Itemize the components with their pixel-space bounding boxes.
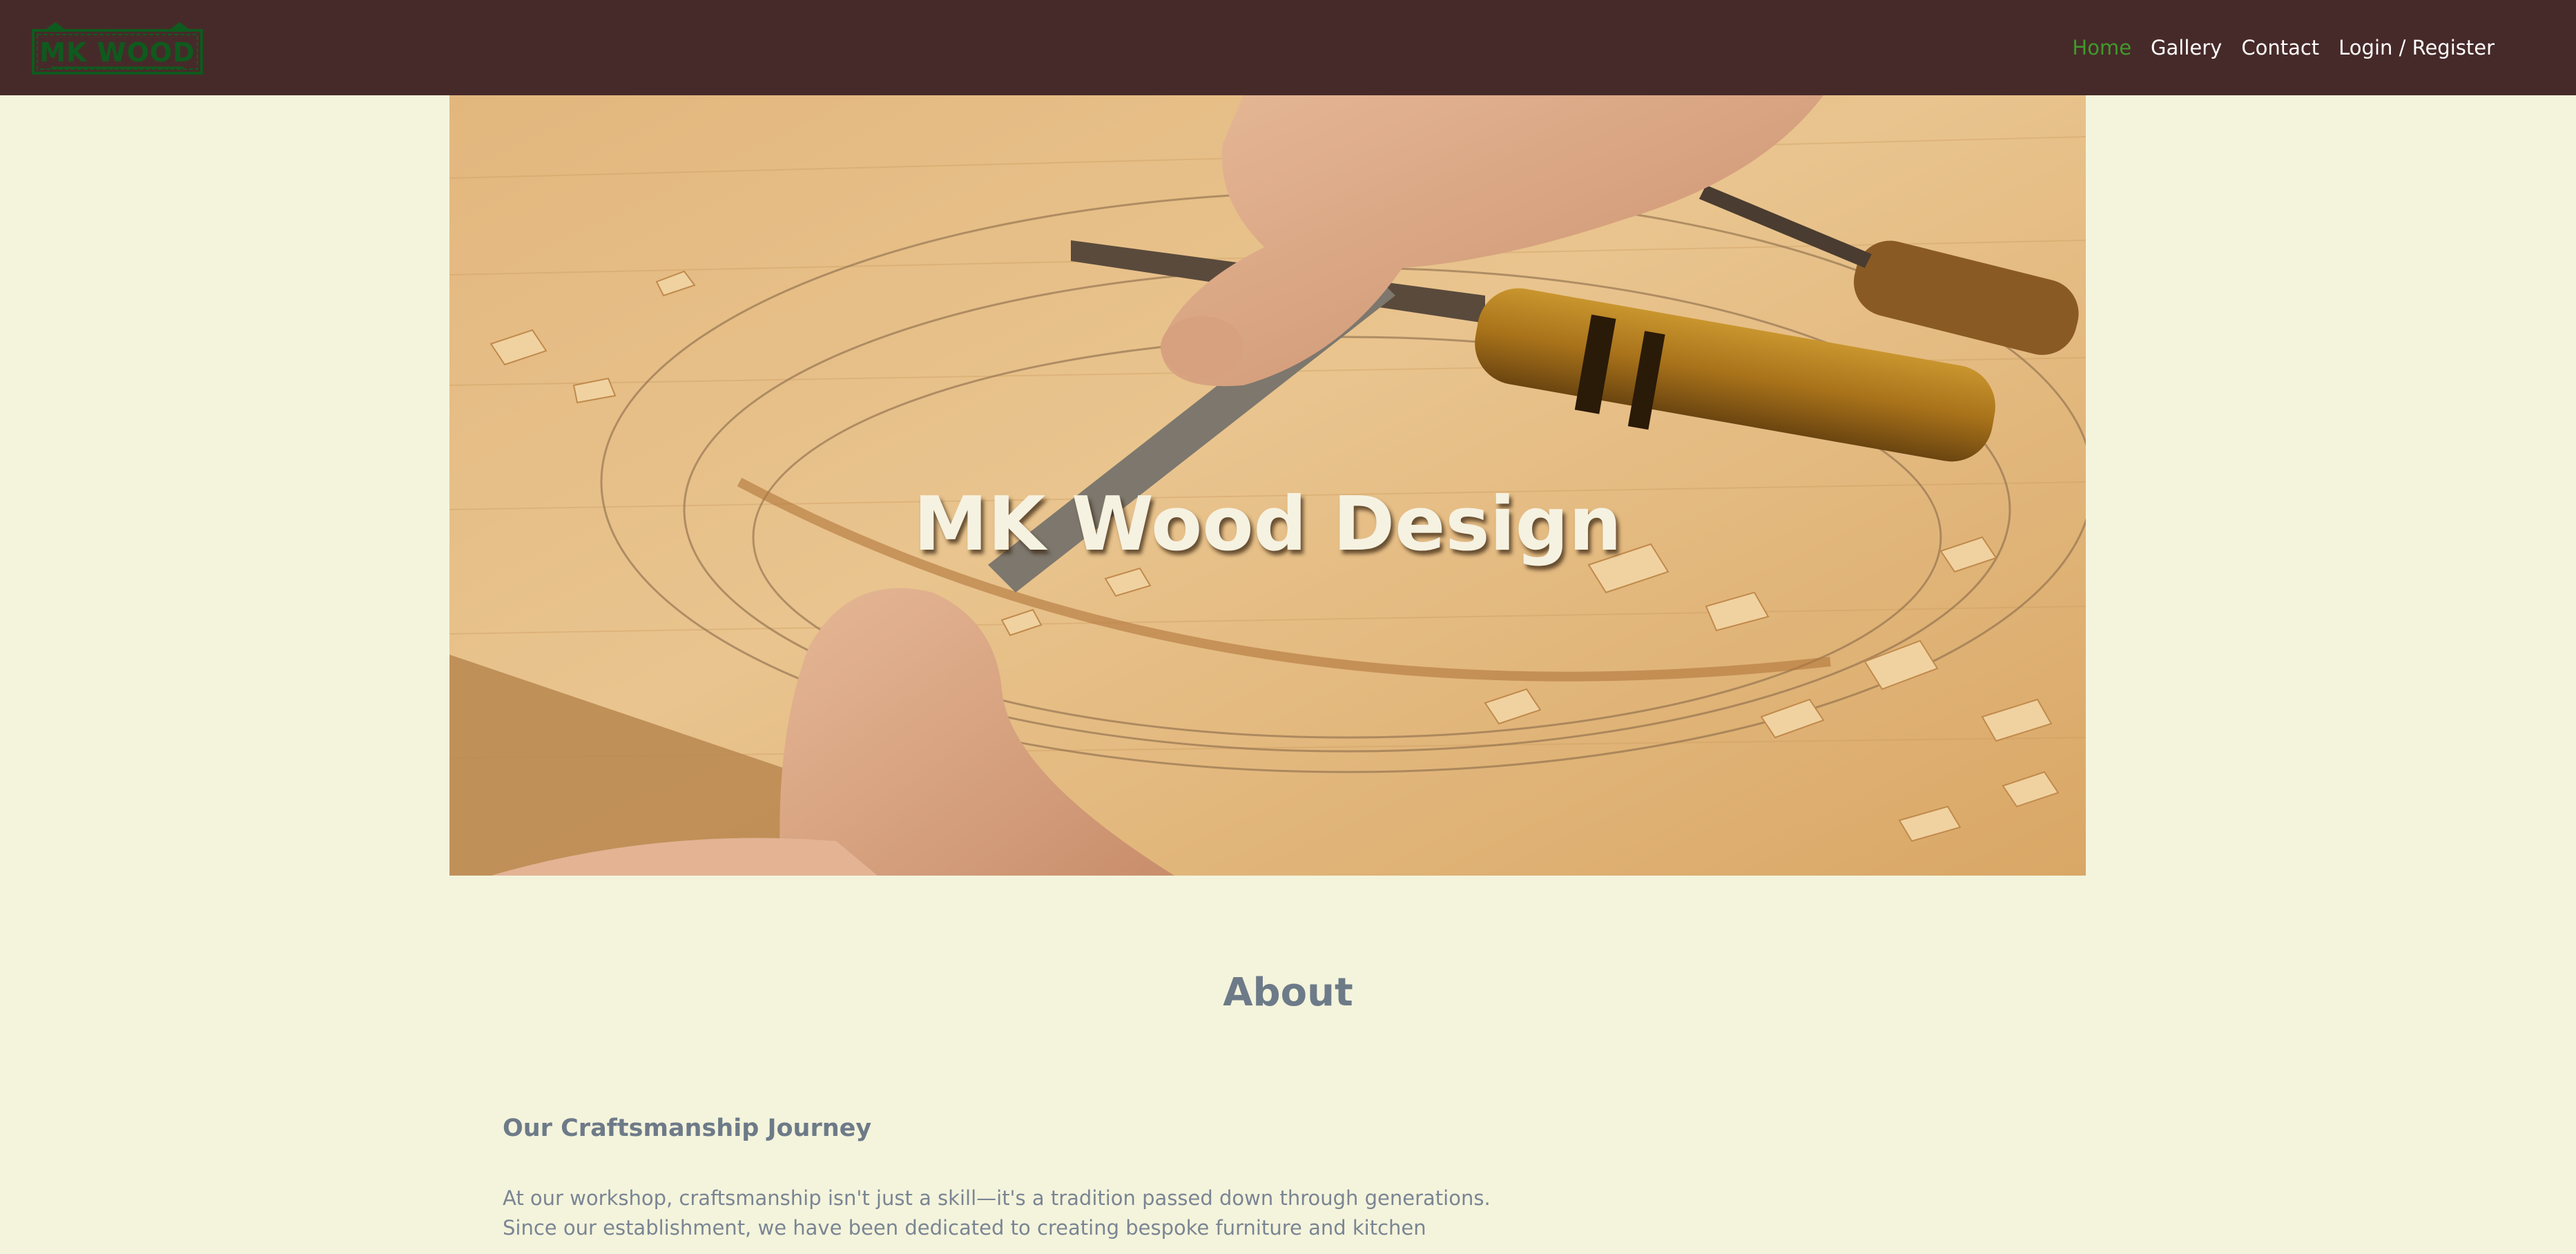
brand-logo[interactable]: MK WOOD bbox=[30, 21, 204, 77]
nav-home-link[interactable]: Home bbox=[2072, 36, 2131, 59]
about-paragraph-line: Since our establishment, we have been de… bbox=[503, 1216, 1426, 1239]
about-paragraph: At our workshop, craftsmanship isn't jus… bbox=[503, 1184, 1491, 1243]
top-navbar: MK WOOD Home Gallery Contact Login / Reg… bbox=[0, 0, 2576, 95]
main-nav: Home Gallery Contact Login / Register bbox=[2072, 0, 2495, 95]
nav-gallery-link[interactable]: Gallery bbox=[2151, 36, 2222, 59]
about-subheading: Our Craftsmanship Journey bbox=[503, 1115, 872, 1142]
nav-login-register-link[interactable]: Login / Register bbox=[2338, 36, 2495, 59]
hero-title: MK Wood Design bbox=[913, 481, 1622, 568]
nav-contact-link[interactable]: Contact bbox=[2241, 36, 2319, 59]
hero-banner: MK Wood Design bbox=[449, 95, 2086, 876]
about-paragraph-line: At our workshop, craftsmanship isn't jus… bbox=[503, 1186, 1491, 1210]
logo-text: MK WOOD bbox=[39, 37, 195, 68]
about-heading: About bbox=[1223, 970, 1353, 1016]
